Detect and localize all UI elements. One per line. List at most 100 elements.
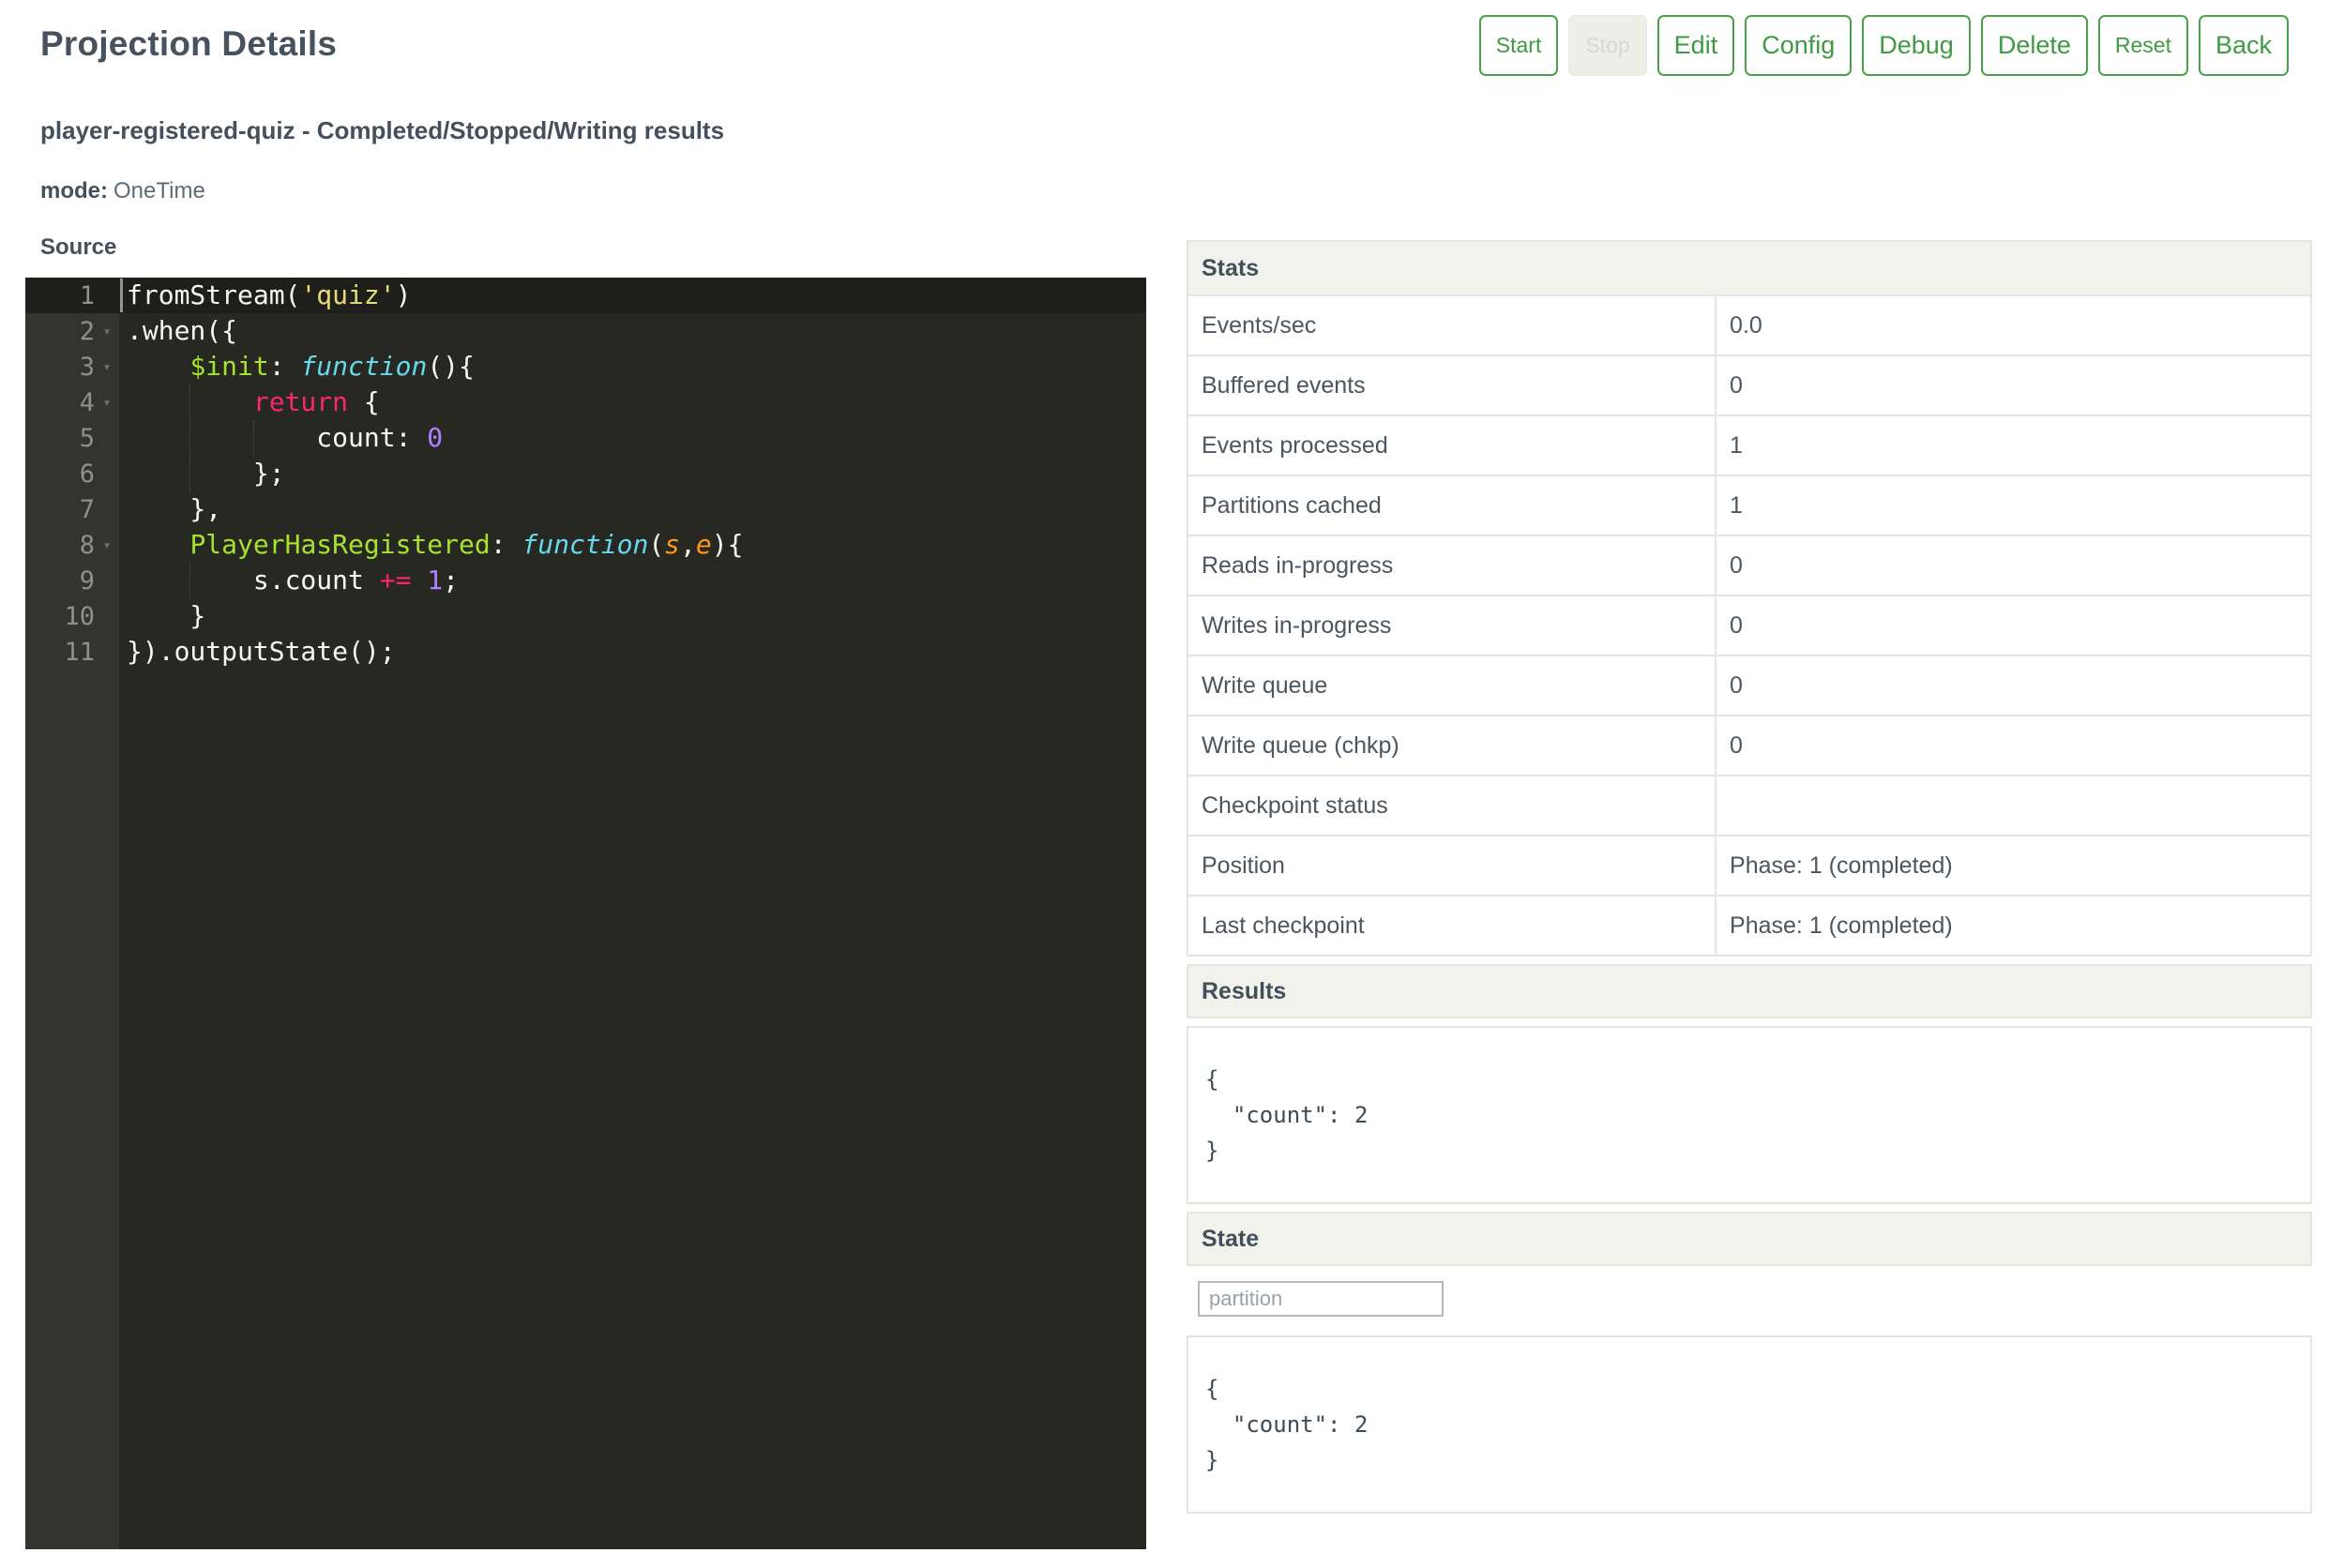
debug-button[interactable]: Debug (1862, 15, 1971, 76)
partition-input[interactable] (1198, 1281, 1444, 1317)
code-line[interactable]: }, (119, 491, 1146, 527)
line-number: 1 (80, 281, 95, 310)
stat-value: 0 (1716, 656, 2311, 716)
json-line: "count": 2 (1205, 1097, 2293, 1133)
stat-row: Last checkpointPhase: 1 (completed) (1187, 896, 2311, 956)
line-number: 5 (80, 424, 95, 453)
stat-value: 0 (1716, 596, 2311, 656)
stat-row: Write queue (chkp)0 (1187, 716, 2311, 776)
projection-status-heading: player-registered-quiz - Completed/Stopp… (40, 116, 724, 145)
state-heading-label: State (1202, 1226, 1259, 1253)
details-panel: Stats Events/sec0.0Buffered events0Event… (1187, 240, 2312, 1514)
gutter-line: 8▾ (25, 527, 119, 563)
stat-label: Events/sec (1187, 295, 1716, 355)
code-line[interactable]: }).outputState(); (119, 634, 1146, 670)
json-line: { (1205, 1062, 2293, 1097)
stat-row: Write queue0 (1187, 656, 2311, 716)
code-line[interactable]: return { (119, 384, 1146, 420)
start-button[interactable]: Start (1479, 15, 1559, 76)
stats-table: Stats Events/sec0.0Buffered events0Event… (1187, 240, 2312, 957)
stats-rows: Events/sec0.0Buffered events0Events proc… (1187, 295, 2311, 956)
stat-label: Write queue (chkp) (1187, 716, 1716, 776)
stat-label: Events processed (1187, 415, 1716, 475)
line-number: 8 (80, 531, 95, 560)
fold-toggle-icon[interactable]: ▾ (95, 313, 119, 349)
line-number: 7 (80, 495, 95, 524)
back-button[interactable]: Back (2199, 15, 2289, 76)
stat-label: Checkpoint status (1187, 776, 1716, 836)
stat-label: Writes in-progress (1187, 596, 1716, 656)
config-button[interactable]: Config (1745, 15, 1852, 76)
code-line[interactable]: s.count += 1; (119, 563, 1146, 598)
gutter-line: 11 (25, 634, 119, 670)
line-number: 10 (64, 602, 95, 631)
stat-label: Position (1187, 836, 1716, 896)
code-line[interactable]: $init: function(){ (119, 349, 1146, 384)
stat-value: 0 (1716, 716, 2311, 776)
source-panel: Source 12▾3▾4▾5678▾91011 fromStream('qui… (25, 234, 1146, 1549)
gutter-line: 2▾ (25, 313, 119, 349)
results-heading: Results (1187, 964, 2312, 1018)
indent-guide (253, 420, 254, 456)
fold-toggle-icon[interactable]: ▾ (95, 384, 119, 420)
json-line: } (1205, 1442, 2293, 1478)
code-line[interactable]: } (119, 598, 1146, 634)
stat-value: 0.0 (1716, 295, 2311, 355)
code-line[interactable]: PlayerHasRegistered: function(s,e){ (119, 527, 1146, 563)
state-heading: State (1187, 1212, 2312, 1266)
toolbar: StartStopEditConfigDebugDeleteResetBack (1479, 15, 2289, 76)
gutter-line: 4▾ (25, 384, 119, 420)
stat-value: 1 (1716, 415, 2311, 475)
fold-toggle-icon[interactable]: ▾ (95, 527, 119, 563)
stat-value: Phase: 1 (completed) (1716, 896, 2311, 956)
code-editor[interactable]: 12▾3▾4▾5678▾91011 fromStream('quiz').whe… (25, 278, 1146, 1549)
stat-label: Last checkpoint (1187, 896, 1716, 956)
state-json: { "count": 2} (1187, 1335, 2312, 1514)
results-json: { "count": 2} (1187, 1026, 2312, 1204)
text-cursor (120, 279, 123, 312)
code-line[interactable]: .when({ (119, 313, 1146, 349)
code-line[interactable]: count: 0 (119, 420, 1146, 456)
edit-button[interactable]: Edit (1657, 15, 1735, 76)
gutter-line: 1 (25, 278, 119, 313)
content: Source 12▾3▾4▾5678▾91011 fromStream('qui… (25, 234, 2312, 1549)
stat-row: Writes in-progress0 (1187, 596, 2311, 656)
code-line[interactable]: fromStream('quiz') (119, 278, 1146, 313)
code-line[interactable]: }; (119, 456, 1146, 491)
stat-value: 0 (1716, 535, 2311, 596)
json-line: "count": 2 (1205, 1407, 2293, 1442)
delete-button[interactable]: Delete (1981, 15, 2088, 76)
stat-value (1716, 776, 2311, 836)
indent-guide (189, 563, 190, 598)
stat-label: Reads in-progress (1187, 535, 1716, 596)
mode-label: mode: (40, 178, 108, 204)
fold-toggle-icon[interactable]: ▾ (95, 349, 119, 384)
line-number: 4 (80, 388, 95, 417)
stat-label: Partitions cached (1187, 475, 1716, 535)
stat-row: PositionPhase: 1 (completed) (1187, 836, 2311, 896)
reset-button[interactable]: Reset (2098, 15, 2188, 76)
stat-value: 1 (1716, 475, 2311, 535)
stat-row: Checkpoint status (1187, 776, 2311, 836)
stat-label: Write queue (1187, 656, 1716, 716)
line-number: 2 (80, 317, 95, 346)
gutter-line: 6 (25, 456, 119, 491)
gutter-line: 7 (25, 491, 119, 527)
stat-row: Reads in-progress0 (1187, 535, 2311, 596)
line-number: 9 (80, 566, 95, 596)
editor-code[interactable]: fromStream('quiz').when({ $init: functio… (119, 278, 1146, 1549)
line-number: 11 (64, 638, 95, 667)
line-number: 6 (80, 460, 95, 489)
json-line: } (1205, 1133, 2293, 1168)
indent-guide (189, 420, 190, 456)
stats-heading: Stats (1187, 241, 2311, 295)
results-heading-label: Results (1202, 978, 1286, 1005)
json-line: { (1205, 1371, 2293, 1407)
stat-value: 0 (1716, 355, 2311, 415)
editor-gutter: 12▾3▾4▾5678▾91011 (25, 278, 119, 1549)
gutter-line: 5 (25, 420, 119, 456)
stat-row: Events/sec0.0 (1187, 295, 2311, 355)
stat-value: Phase: 1 (completed) (1716, 836, 2311, 896)
stop-button: Stop (1568, 15, 1646, 76)
gutter-line: 9 (25, 563, 119, 598)
